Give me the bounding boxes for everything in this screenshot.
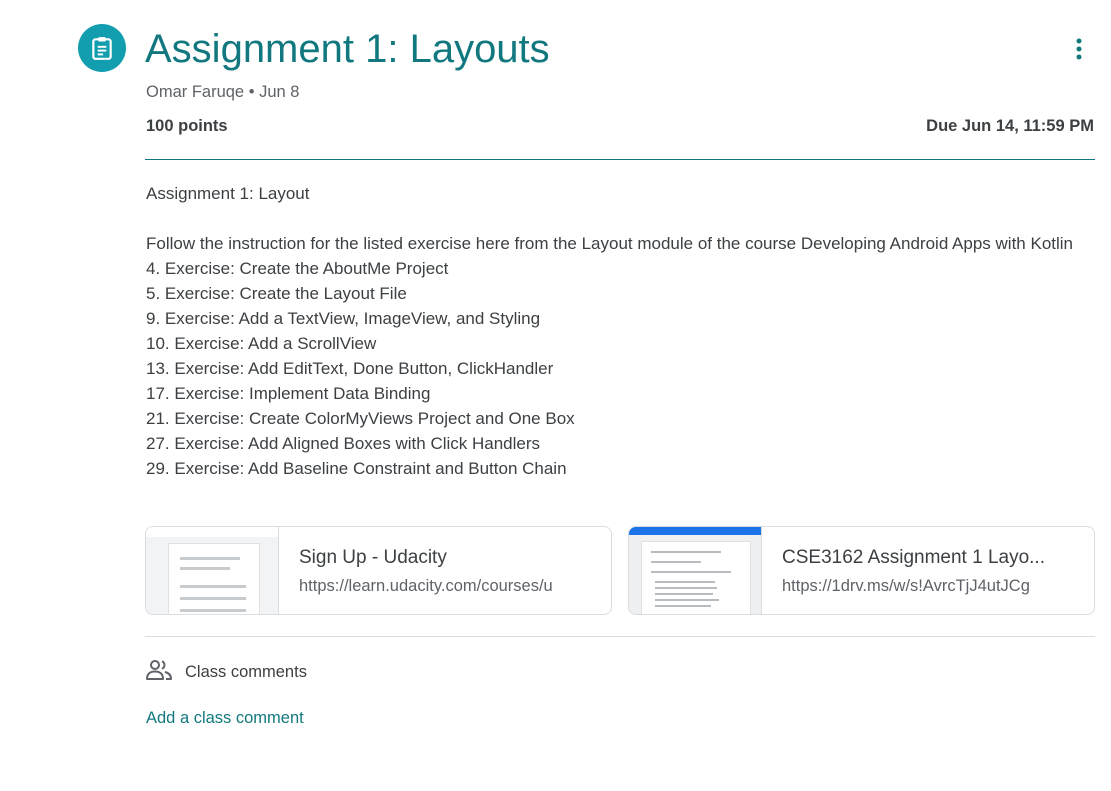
attachment-thumbnail <box>146 527 279 614</box>
author-name: Omar Faruqe <box>146 83 245 101</box>
exercise-item: 29. Exercise: Add Baseline Constraint an… <box>146 459 567 478</box>
exercise-item: 13. Exercise: Add EditText, Done Button,… <box>146 359 554 378</box>
description-intro: Follow the instruction for the listed ex… <box>146 234 1074 253</box>
description-heading: Assignment 1: Layout <box>146 184 310 203</box>
due-date: Due Jun 14, 11:59 PM <box>926 117 1094 135</box>
class-comments-label: Class comments <box>185 663 307 681</box>
class-comments-header: Class comments <box>145 658 307 687</box>
assignment-description: Assignment 1: Layout Follow the instruct… <box>146 181 1096 481</box>
exercise-item: 10. Exercise: Add a ScrollView <box>146 334 377 353</box>
add-class-comment-link[interactable]: Add a class comment <box>146 707 304 729</box>
exercise-item: 5. Exercise: Create the Layout File <box>146 284 407 303</box>
attachments: Sign Up - Udacity https://learn.udacity.… <box>145 526 1095 615</box>
attachment-url: https://learn.udacity.com/courses/u <box>299 577 553 595</box>
meta-separator: • <box>244 83 260 101</box>
exercise-item: 21. Exercise: Create ColorMyViews Projec… <box>146 409 575 428</box>
post-date: Jun 8 <box>259 83 300 101</box>
attachment-url: https://1drv.ms/w/s!AvrcTjJ4utJCg <box>782 577 1030 595</box>
exercise-item: 17. Exercise: Implement Data Binding <box>146 384 431 403</box>
attachment-card-udacity[interactable]: Sign Up - Udacity https://learn.udacity.… <box>145 526 612 615</box>
comments-divider <box>145 636 1095 637</box>
attachment-title: Sign Up - Udacity <box>299 547 447 568</box>
points-label: 100 points <box>146 117 228 135</box>
attachment-thumbnail <box>629 527 762 614</box>
exercise-item: 27. Exercise: Add Aligned Boxes with Cli… <box>146 434 541 453</box>
attachment-card-document[interactable]: CSE3162 Assignment 1 Layo... https://1dr… <box>628 526 1095 615</box>
people-icon <box>145 658 173 687</box>
attachment-title: CSE3162 Assignment 1 Layo... <box>782 547 1045 568</box>
assignment-meta: Omar Faruqe • Jun 8 <box>146 80 299 104</box>
assignment-title: Assignment 1: Layouts <box>145 27 550 71</box>
exercise-item: 9. Exercise: Add a TextView, ImageView, … <box>146 309 541 328</box>
assignment-icon <box>78 24 126 72</box>
exercise-item: 4. Exercise: Create the AboutMe Project <box>146 259 449 278</box>
more-vert-icon[interactable] <box>1064 34 1094 64</box>
header-divider <box>145 159 1095 160</box>
